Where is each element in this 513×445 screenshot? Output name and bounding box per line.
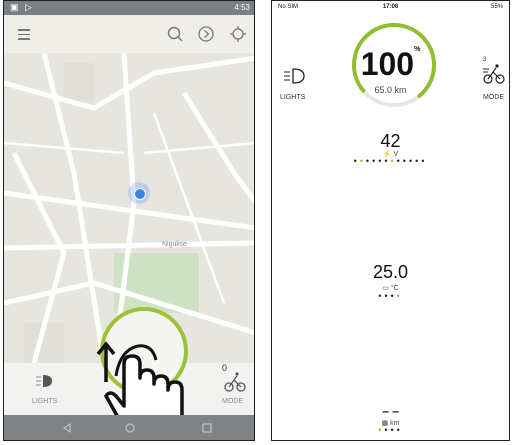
- battery-percent: 100%: [360, 46, 421, 82]
- status-time: 17:06: [382, 4, 399, 10]
- cyclist-mode-icon[interactable]: [482, 61, 506, 85]
- back-icon[interactable]: [62, 423, 72, 433]
- temperature-page-dots[interactable]: ••••: [272, 291, 509, 301]
- notification-icons: ▣ ▷: [10, 2, 34, 12]
- lights-label: LIGHTS: [32, 398, 58, 405]
- voltage-value: 42: [380, 131, 401, 151]
- status-time: 4:53: [234, 3, 250, 12]
- recents-icon[interactable]: [202, 423, 212, 433]
- headlight-icon[interactable]: [34, 373, 54, 389]
- lights-label: LIGHTS: [280, 94, 306, 101]
- current-location-marker: [128, 182, 150, 204]
- android-nav-bar: [4, 415, 254, 440]
- temperature-value: 25.0: [372, 262, 409, 282]
- navigate-icon[interactable]: [197, 25, 215, 43]
- range-value: 65.0 km: [374, 85, 407, 95]
- home-icon[interactable]: [125, 423, 135, 433]
- cyclist-mode-icon[interactable]: [224, 371, 246, 393]
- voltage-page-dots[interactable]: ••••••••••••: [272, 156, 509, 166]
- map-toolbar: [4, 15, 254, 53]
- android-map-screen: ▣ ▷ 4:53 Nigulise LIGHTS 0 MODE: [3, 0, 255, 441]
- search-icon[interactable]: [166, 25, 184, 43]
- trip-page-dots[interactable]: ••••: [272, 425, 509, 435]
- ios-dashboard-screen: No SIM 17:06 55% 100% 65.0 km LIGHTS 3 M…: [271, 0, 510, 441]
- mode-label: MODE: [222, 398, 243, 405]
- locate-icon[interactable]: [229, 25, 247, 43]
- mode-label: MODE: [483, 94, 504, 101]
- ios-status-bar: No SIM 17:06 55%: [272, 1, 509, 14]
- trip-value: – –: [382, 404, 399, 418]
- street-label: Nigulise: [162, 241, 187, 248]
- menu-icon[interactable]: [18, 29, 30, 40]
- headlight-icon[interactable]: [282, 67, 306, 85]
- battery-status: 55%: [490, 4, 503, 10]
- android-status-bar: ▣ ▷ 4:53: [4, 1, 254, 15]
